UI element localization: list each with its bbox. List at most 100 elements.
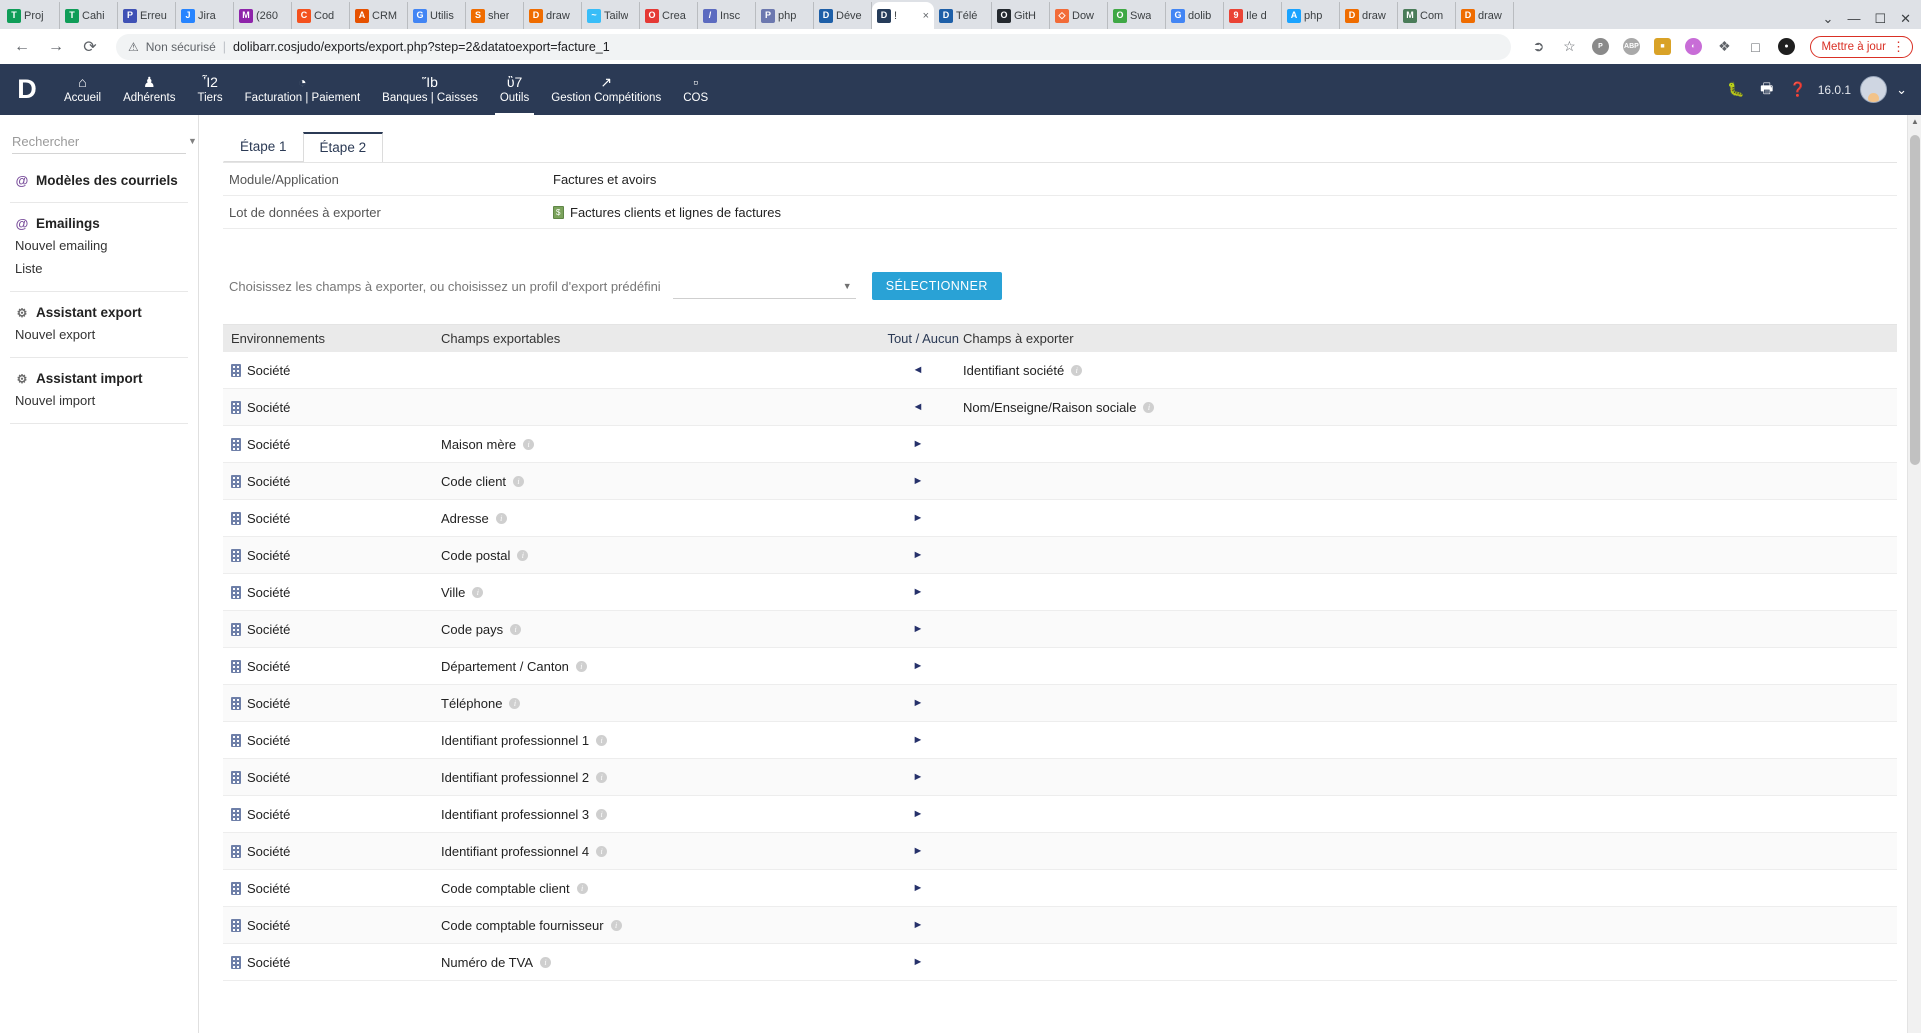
browser-tab[interactable]: TProj bbox=[2, 2, 60, 29]
tab-step-1[interactable]: Étape 1 bbox=[223, 132, 304, 162]
search-input[interactable] bbox=[12, 134, 188, 149]
extension-pink-icon[interactable]: ◐ bbox=[1682, 36, 1704, 58]
nav-item-cos[interactable]: ▫COS bbox=[672, 64, 719, 115]
info-icon[interactable]: i bbox=[577, 883, 588, 894]
browser-tab[interactable]: 9Ile d bbox=[1224, 2, 1282, 29]
toggle-field-arrow[interactable]: ► bbox=[873, 697, 963, 709]
info-icon[interactable]: i bbox=[540, 957, 551, 968]
browser-tab[interactable]: Ddraw bbox=[524, 2, 582, 29]
toggle-field-arrow[interactable]: ► bbox=[873, 919, 963, 931]
help-icon[interactable]: ❓ bbox=[1787, 79, 1809, 101]
nav-item-gestion-comp-titions[interactable]: ↗Gestion Compétitions bbox=[540, 64, 672, 115]
nav-item-adh-rents[interactable]: ♟Adhérents bbox=[112, 64, 186, 115]
bug-icon[interactable]: 🐛 bbox=[1725, 79, 1747, 101]
extension-adblock-icon[interactable]: ABP bbox=[1620, 36, 1642, 58]
reload-button[interactable]: ⟳ bbox=[76, 33, 104, 61]
forward-button[interactable]: → bbox=[42, 33, 70, 61]
page-scrollbar[interactable]: ▲ bbox=[1907, 115, 1921, 1033]
info-icon[interactable]: i bbox=[509, 698, 520, 709]
nav-item-accueil[interactable]: ⌂Accueil bbox=[53, 64, 112, 115]
select-button[interactable]: SÉLECTIONNER bbox=[872, 272, 1002, 300]
sidebar-group-title[interactable]: @Modèles des courriels bbox=[10, 170, 188, 191]
column-header-toggle-all[interactable]: Tout / Aucun bbox=[873, 331, 963, 346]
sidebar-group-title[interactable]: @Emailings bbox=[10, 213, 188, 234]
dolibarr-logo[interactable]: D bbox=[0, 64, 53, 115]
toggle-field-arrow[interactable]: ► bbox=[873, 438, 963, 450]
sidebar-toggle-icon[interactable]: □ bbox=[1744, 36, 1766, 58]
printer-icon[interactable]: 🖶 bbox=[1756, 79, 1778, 101]
tab-search-icon[interactable]: ⌄ bbox=[1823, 12, 1834, 25]
browser-tab[interactable]: PErreu bbox=[118, 2, 176, 29]
browser-tab[interactable]: JJira bbox=[176, 2, 234, 29]
toggle-field-arrow[interactable]: ► bbox=[873, 549, 963, 561]
toggle-field-arrow[interactable]: ► bbox=[873, 660, 963, 672]
browser-tab[interactable]: CCod bbox=[292, 2, 350, 29]
browser-tab[interactable]: TCahi bbox=[60, 2, 118, 29]
info-icon[interactable]: i bbox=[517, 550, 528, 561]
info-icon[interactable]: i bbox=[1143, 402, 1154, 413]
info-icon[interactable]: i bbox=[611, 920, 622, 931]
browser-tab[interactable]: DTélé bbox=[934, 2, 992, 29]
info-icon[interactable]: i bbox=[1071, 365, 1082, 376]
browser-tab[interactable]: Pphp bbox=[756, 2, 814, 29]
close-icon[interactable]: × bbox=[923, 10, 929, 22]
export-profile-select[interactable]: ▼ bbox=[673, 274, 856, 299]
toggle-field-arrow[interactable]: ► bbox=[873, 734, 963, 746]
sidebar-link[interactable]: Nouvel import bbox=[10, 389, 188, 412]
browser-tab[interactable]: OSwa bbox=[1108, 2, 1166, 29]
info-icon[interactable]: i bbox=[513, 476, 524, 487]
sidebar-search[interactable]: ▼ bbox=[12, 129, 186, 154]
toggle-field-arrow[interactable]: ► bbox=[873, 882, 963, 894]
toggle-field-arrow[interactable]: ◄ bbox=[873, 401, 963, 413]
avatar[interactable] bbox=[1860, 76, 1887, 103]
browser-tab[interactable]: Ddraw bbox=[1340, 2, 1398, 29]
info-icon[interactable]: i bbox=[576, 661, 587, 672]
browser-tab[interactable]: D!× bbox=[872, 2, 934, 29]
address-bar[interactable]: ⚠ Non sécurisé | dolibarr.cosjudo/export… bbox=[116, 34, 1511, 60]
browser-tab[interactable]: ~Tailw bbox=[582, 2, 640, 29]
nav-item-outils[interactable]: ὒ7Outils bbox=[489, 64, 540, 115]
info-icon[interactable]: i bbox=[523, 439, 534, 450]
extension-dark-icon[interactable]: ● bbox=[1775, 36, 1797, 58]
extension-pocket-icon[interactable]: P bbox=[1589, 36, 1611, 58]
browser-tab[interactable]: ACRM bbox=[350, 2, 408, 29]
nav-item-facturation-paiement[interactable]: ◔Facturation | Paiement bbox=[234, 64, 372, 115]
nav-item-tiers[interactable]: Ἶ2Tiers bbox=[187, 64, 234, 115]
user-menu-chevron-down-icon[interactable]: ⌄ bbox=[1896, 82, 1907, 98]
sidebar-group-title[interactable]: ⚙Assistant export bbox=[10, 302, 188, 323]
nav-item-banques-caisses[interactable]: ἽbBanques | Caisses bbox=[371, 64, 489, 115]
extension-keeper-icon[interactable]: ■ bbox=[1651, 36, 1673, 58]
chrome-menu-icon[interactable]: ⋮ bbox=[1892, 39, 1904, 55]
info-icon[interactable]: i bbox=[596, 735, 607, 746]
sidebar-link[interactable]: Nouvel emailing bbox=[10, 234, 188, 257]
scroll-thumb[interactable] bbox=[1910, 135, 1920, 465]
toggle-field-arrow[interactable]: ► bbox=[873, 623, 963, 635]
toggle-field-arrow[interactable]: ► bbox=[873, 512, 963, 524]
toggle-field-arrow[interactable]: ► bbox=[873, 956, 963, 968]
info-icon[interactable]: i bbox=[510, 624, 521, 635]
info-icon[interactable]: i bbox=[596, 846, 607, 857]
info-icon[interactable]: i bbox=[472, 587, 483, 598]
update-browser-button[interactable]: Mettre à jour ⋮ bbox=[1810, 36, 1913, 58]
browser-tab[interactable]: Aphp bbox=[1282, 2, 1340, 29]
tab-step-2[interactable]: Étape 2 bbox=[303, 132, 384, 162]
browser-tab[interactable]: MCom bbox=[1398, 2, 1456, 29]
sidebar-link[interactable]: Liste bbox=[10, 257, 188, 280]
extension-puzzle-icon[interactable]: ❖ bbox=[1713, 36, 1735, 58]
sidebar-group-title[interactable]: ⚙Assistant import bbox=[10, 368, 188, 389]
sidebar-link[interactable]: Nouvel export bbox=[10, 323, 188, 346]
browser-tab[interactable]: OGitH bbox=[992, 2, 1050, 29]
info-icon[interactable]: i bbox=[596, 772, 607, 783]
maximize-button[interactable]: ☐ bbox=[1874, 12, 1886, 25]
toggle-field-arrow[interactable]: ► bbox=[873, 586, 963, 598]
toggle-field-arrow[interactable]: ► bbox=[873, 845, 963, 857]
minimize-button[interactable]: — bbox=[1847, 12, 1860, 25]
browser-tab[interactable]: DDéve bbox=[814, 2, 872, 29]
scroll-up-arrow-icon[interactable]: ▲ bbox=[1908, 117, 1921, 126]
browser-tab[interactable]: OCrea bbox=[640, 2, 698, 29]
bookmark-star-icon[interactable]: ☆ bbox=[1558, 36, 1580, 58]
toggle-field-arrow[interactable]: ◄ bbox=[873, 364, 963, 376]
browser-tab[interactable]: Ssher bbox=[466, 2, 524, 29]
browser-tab[interactable]: Ddraw bbox=[1456, 2, 1514, 29]
close-window-button[interactable]: ✕ bbox=[1900, 12, 1911, 25]
